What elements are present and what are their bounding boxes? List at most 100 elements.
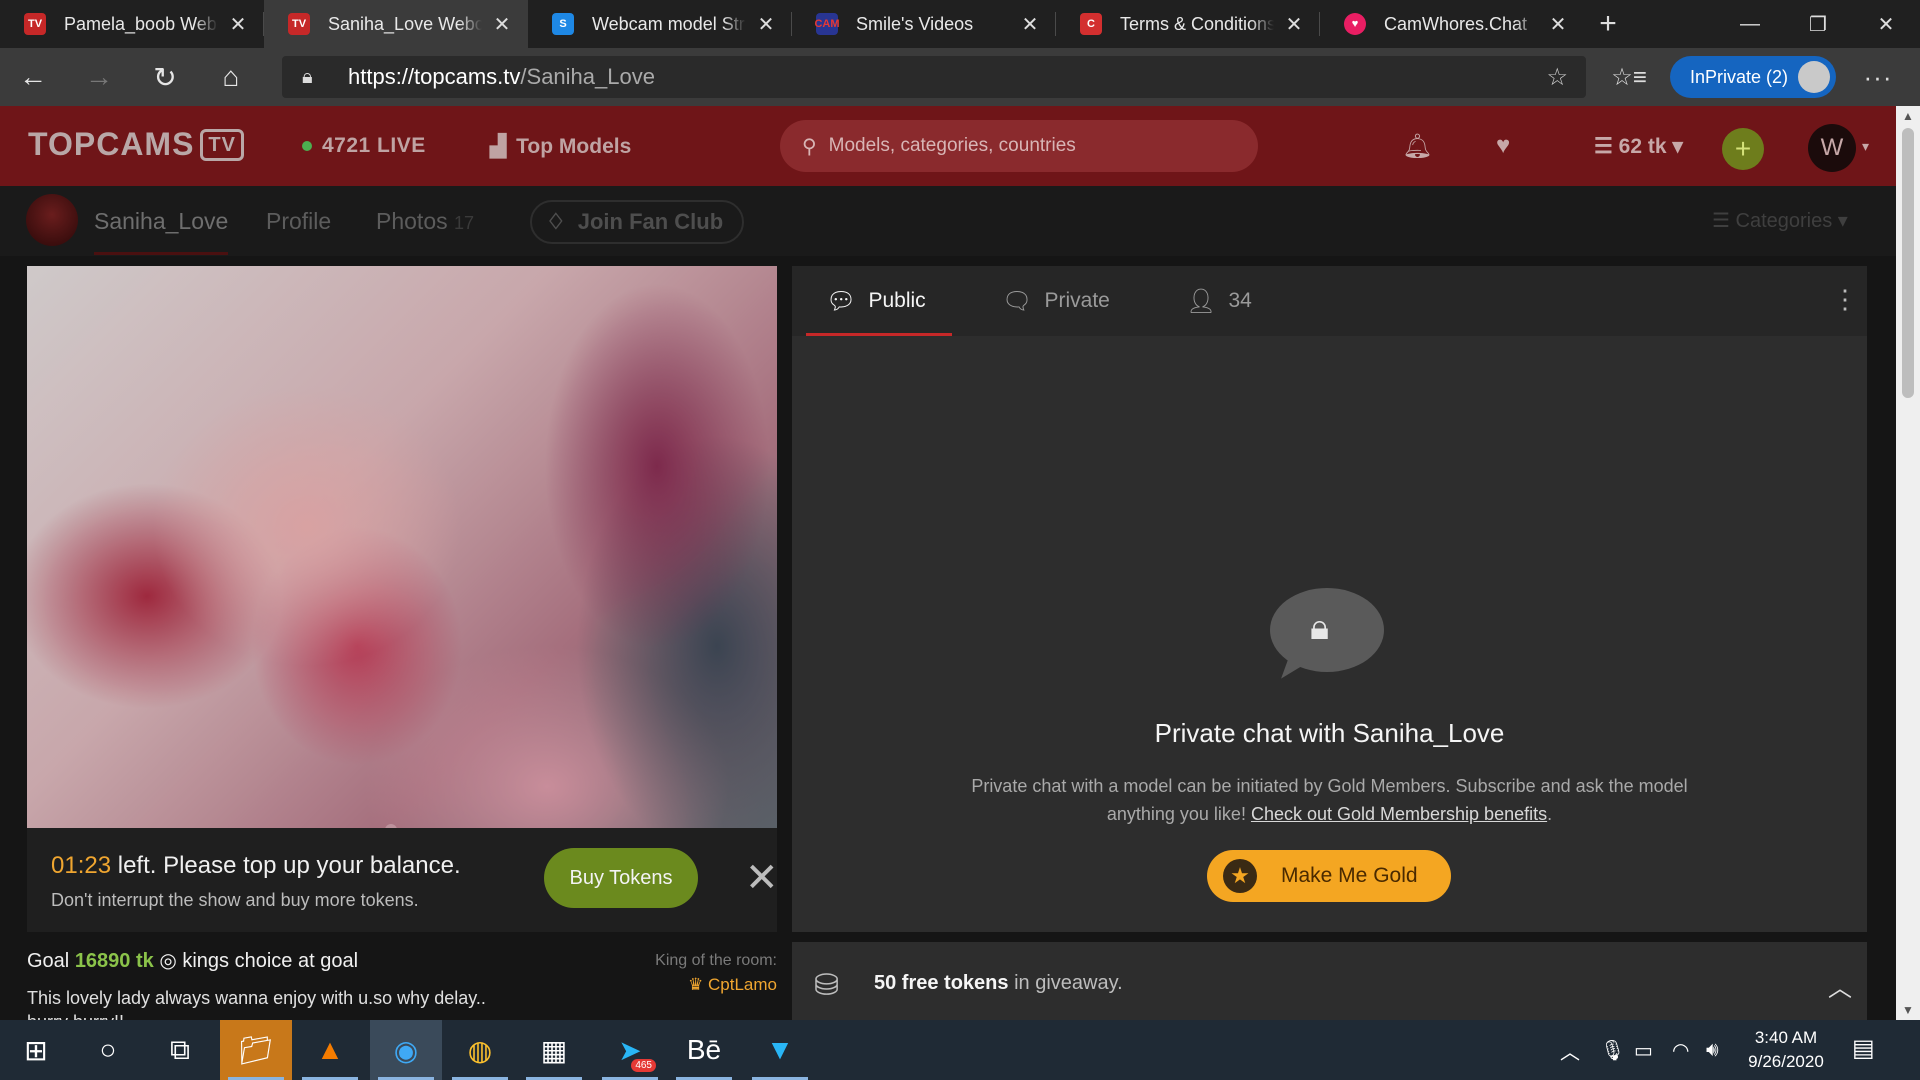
task-view-icon[interactable]: ⧉: [144, 1020, 216, 1080]
browser-tab-active[interactable]: TV Saniha_Love Webcam ✕: [264, 0, 528, 48]
media-app-icon[interactable]: ▦: [518, 1020, 590, 1080]
close-tab-icon[interactable]: ✕: [754, 12, 778, 37]
goal-description: This lovely lady always wanna enjoy with…: [27, 988, 486, 1020]
goal-line: Goal 16890 tk ◎ kings choice at goal: [27, 950, 359, 972]
giveaway-bar[interactable]: ⛁ 50 free tokens in giveaway. ︿: [792, 942, 1867, 1020]
chevron-down-icon[interactable]: ▾: [1862, 138, 1869, 155]
favorites-icon[interactable]: ☆≡: [1604, 58, 1654, 96]
vlc-icon[interactable]: ▲: [294, 1020, 366, 1080]
address-bar[interactable]: 🔒︎ https://topcams.tv/Saniha_Love ☆: [282, 56, 1586, 98]
tab-viewers[interactable]: 👤︎ 34: [1186, 266, 1252, 336]
podium-icon: ▟: [490, 135, 507, 158]
page-content: TOPCAMS TV 4721 LIVE ▟ Top Models ⚲ Model…: [0, 106, 1896, 1020]
favorite-star-icon[interactable]: ☆: [1546, 63, 1568, 92]
camwhores-icon: ♥: [1344, 13, 1366, 35]
scroll-down-icon[interactable]: ▼: [1896, 1000, 1920, 1020]
telegram-icon[interactable]: ➤ 465: [594, 1020, 666, 1080]
chevron-up-icon[interactable]: ︿: [1828, 968, 1852, 1003]
restore-icon[interactable]: ❐: [1784, 0, 1852, 48]
close-tab-icon[interactable]: ✕: [226, 12, 250, 37]
new-tab-button[interactable]: +: [1584, 0, 1632, 48]
browser-tab[interactable]: CAM Smile's Videos ✕: [792, 0, 1056, 48]
windows-start-icon[interactable]: ⊞: [0, 1020, 72, 1080]
wifi-icon[interactable]: ◠: [1672, 1020, 1689, 1080]
close-window-icon[interactable]: ✕: [1852, 0, 1920, 48]
search-icon: ⚲: [802, 135, 817, 158]
inprivate-button[interactable]: InPrivate (2): [1670, 56, 1836, 98]
chrome-icon[interactable]: ◍: [444, 1020, 516, 1080]
profile-tab[interactable]: Profile: [266, 208, 331, 235]
avatar: [1798, 61, 1830, 93]
video-player[interactable]: [27, 266, 777, 828]
buy-tokens-button[interactable]: Buy Tokens: [544, 848, 698, 908]
minimize-icon[interactable]: —: [1716, 0, 1784, 48]
model-avatar[interactable]: [26, 194, 78, 246]
browser-tab[interactable]: C Terms & Conditions ✕: [1056, 0, 1320, 48]
close-tab-icon[interactable]: ✕: [490, 12, 514, 37]
edge-icon[interactable]: ◉: [370, 1020, 442, 1080]
logo-tv: TV: [200, 128, 244, 161]
lock-icon: 🔒︎: [302, 65, 313, 88]
live-dot-icon: [302, 141, 312, 152]
home-icon[interactable]: ⌂: [198, 48, 264, 106]
vpn-icon[interactable]: ▼: [744, 1020, 816, 1080]
close-icon[interactable]: ✕: [745, 850, 779, 906]
gold-membership-link[interactable]: Check out Gold Membership benefits: [1251, 804, 1547, 824]
model-name-tab[interactable]: Saniha_Love: [94, 208, 229, 255]
forward-icon[interactable]: →: [66, 48, 132, 106]
top-models-link[interactable]: ▟ Top Models: [490, 134, 631, 159]
tab-title: Saniha_Love Webcam: [328, 13, 482, 34]
token-balance[interactable]: ☰ 62 tk ▾: [1594, 134, 1683, 159]
chat-panel: 💬︎ Public 🗨︎ Private 👤︎ 34 ⋮ 🔒︎ Private cha…: [792, 266, 1867, 932]
photos-tab[interactable]: Photos 17: [376, 208, 474, 235]
crown-icon: ♛: [688, 975, 709, 994]
behance-icon[interactable]: Bē: [668, 1020, 740, 1080]
more-options-icon[interactable]: ···: [1858, 48, 1898, 106]
star-icon: ★: [1223, 859, 1257, 893]
close-tab-icon[interactable]: ✕: [1546, 12, 1570, 37]
search-circle-icon[interactable]: ○: [72, 1020, 144, 1080]
search-placeholder: Models, categories, countries: [828, 135, 1076, 156]
bell-icon[interactable]: 🔔︎: [1402, 132, 1432, 161]
close-tab-icon[interactable]: ✕: [1282, 12, 1306, 37]
photos-count: 17: [454, 213, 475, 233]
browser-tab[interactable]: S Webcam model Strip ✕: [528, 0, 792, 48]
heart-icon[interactable]: ♥: [1496, 132, 1510, 160]
tab-title: Pamela_boob Webca: [64, 13, 218, 34]
refresh-icon[interactable]: ↻: [132, 48, 198, 106]
add-tokens-button[interactable]: +: [1722, 128, 1764, 170]
chaturbate-icon: C: [1080, 13, 1102, 35]
file-explorer-icon[interactable]: 📁︎: [220, 1020, 292, 1080]
user-avatar[interactable]: W: [1808, 124, 1856, 172]
giveaway-text: 50 free tokens in giveaway.: [874, 972, 1123, 994]
browser-tab[interactable]: TV Pamela_boob Webca ✕: [0, 0, 264, 48]
battery-icon[interactable]: ▭: [1634, 1020, 1653, 1080]
microphone-icon[interactable]: 🎙︎: [1600, 1020, 1625, 1080]
diamond-icon: ♢: [546, 209, 566, 234]
tab-public[interactable]: 💬︎ Public: [806, 266, 952, 336]
tray-chevron-icon[interactable]: ︿: [1560, 1020, 1580, 1080]
volume-icon[interactable]: 🔊︎: [1706, 1020, 1719, 1080]
back-icon[interactable]: ←: [0, 48, 66, 106]
camsoda-icon: S: [552, 13, 574, 35]
site-logo[interactable]: TOPCAMS TV: [28, 126, 244, 163]
search-input[interactable]: ⚲ Models, categories, countries: [780, 120, 1258, 172]
model-subnav: Saniha_Love Profile Photos 17 ♢ Join Fan …: [0, 186, 1896, 256]
make-me-gold-button[interactable]: ★ Make Me Gold: [1207, 850, 1451, 902]
topcams-icon: TV: [24, 13, 46, 35]
clock[interactable]: 3:40 AM 9/26/2020: [1736, 1026, 1836, 1074]
king-name[interactable]: ♛ CptLamo: [560, 975, 777, 995]
tab-private[interactable]: 🗨︎ Private: [1002, 266, 1110, 336]
inprivate-label: InPrivate (2): [1690, 66, 1789, 87]
browser-tab[interactable]: ♥ CamWhores.Chat ✕: [1320, 0, 1584, 48]
live-count[interactable]: 4721 LIVE: [302, 134, 426, 158]
join-fan-club-button[interactable]: ♢ Join Fan Club: [530, 200, 744, 244]
user-icon: 👤︎: [1186, 287, 1217, 315]
scroll-up-icon[interactable]: ▲: [1896, 106, 1920, 126]
kebab-menu-icon[interactable]: ⋮: [1832, 286, 1858, 312]
close-tab-icon[interactable]: ✕: [1018, 12, 1042, 37]
categories-dropdown[interactable]: ☰ Categories ▾: [1712, 208, 1848, 233]
page-scrollbar[interactable]: ▲ ▼: [1896, 106, 1920, 1020]
scrollbar-thumb[interactable]: [1902, 128, 1914, 398]
notification-icon[interactable]: ▤: [1852, 1034, 1875, 1063]
